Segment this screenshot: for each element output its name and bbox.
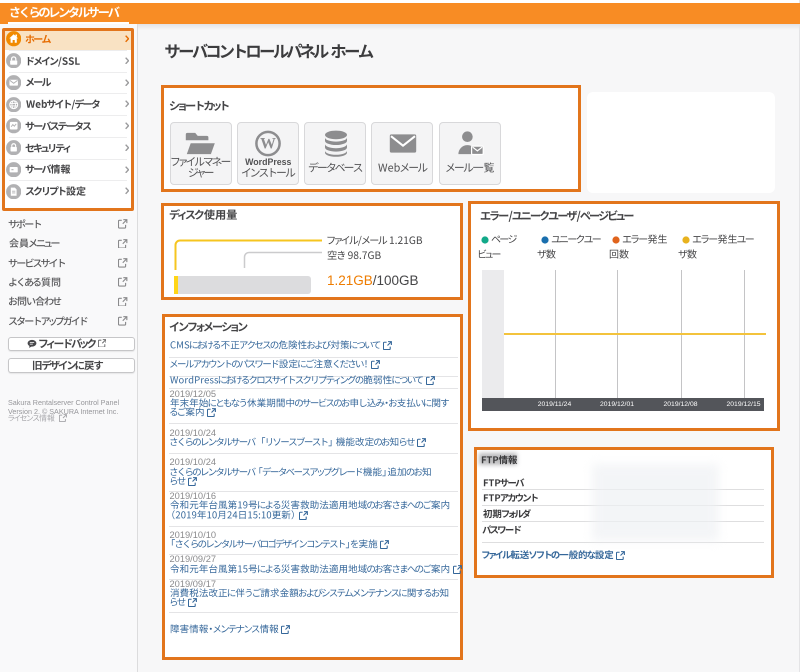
svg-text:W: W bbox=[260, 136, 276, 153]
